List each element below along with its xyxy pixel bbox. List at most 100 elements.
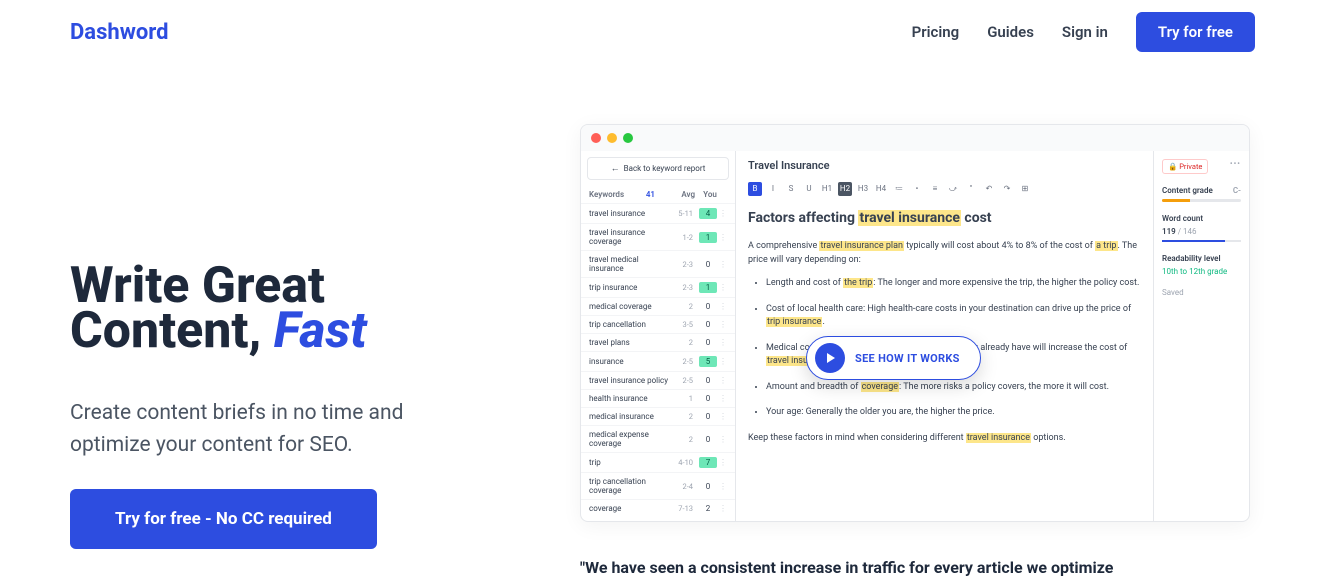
editor-heading[interactable]: Factors affecting travel insurance cost — [748, 210, 1141, 226]
toolbar-button[interactable]: U — [802, 182, 816, 196]
hero-title-fast: Fast — [274, 302, 367, 360]
editor-paragraph[interactable]: Keep these factors in mind when consider… — [748, 432, 1141, 446]
keyword-row[interactable]: coverage7-13 2⋮ — [581, 499, 735, 517]
keyword-you: 5 — [699, 356, 717, 367]
keyword-name: insurance — [589, 357, 671, 366]
list-item[interactable]: Length and cost of the trip: The longer … — [766, 277, 1141, 291]
keyword-avg: 5-11 — [671, 209, 693, 218]
keyword-row[interactable]: medical expense coverage20⋮ — [581, 425, 735, 452]
keyword-avg: 2 — [671, 435, 693, 444]
more-menu-icon[interactable]: ••• — [1230, 159, 1241, 168]
keyword-row[interactable]: medical insurance20⋮ — [581, 407, 735, 425]
keyword-you: 0 — [699, 338, 717, 347]
keyword-menu-icon[interactable]: ⋮ — [719, 394, 727, 403]
keyword-you: 0 — [699, 482, 717, 491]
list-item[interactable]: Cost of local health care: High health-c… — [766, 303, 1141, 330]
keyword-menu-icon[interactable]: ⋮ — [719, 376, 727, 385]
keyword-row[interactable]: travel plans20⋮ — [581, 333, 735, 351]
keyword-row[interactable]: trip4-107⋮ — [581, 452, 735, 472]
keyword-avg: 2-3 — [671, 260, 693, 269]
try-free-button[interactable]: Try for free — [1136, 12, 1255, 52]
keyword-avg: 2-4 — [671, 482, 693, 491]
window-dot-green — [623, 133, 633, 143]
keyword-row[interactable]: trip insurance2-3 1⋮ — [581, 277, 735, 297]
keyword-you: 0 — [699, 435, 717, 444]
nav-link-guides[interactable]: Guides — [987, 23, 1034, 41]
keyword-menu-icon[interactable]: ⋮ — [719, 435, 727, 444]
keyword-name: medical expense coverage — [589, 430, 671, 448]
keyword-row[interactable]: health insurance10⋮ — [581, 389, 735, 407]
toolbar-button[interactable]: H1 — [820, 182, 834, 196]
keyword-name: medical coverage — [589, 302, 671, 311]
keyword-row[interactable]: medical coverage20⋮ — [581, 297, 735, 315]
readability-label: Readability level — [1162, 254, 1241, 263]
nav-link-signin[interactable]: Sign in — [1062, 23, 1108, 41]
see-how-it-works-button[interactable]: SEE HOW IT WORKS — [806, 336, 981, 380]
keyword-avg: 7-13 — [671, 504, 693, 513]
toolbar-button[interactable]: H3 — [856, 182, 870, 196]
nav-link-pricing[interactable]: Pricing — [912, 23, 960, 41]
keyword-row[interactable]: travel medical insurance2-30⋮ — [581, 250, 735, 277]
word-count-label: Word count — [1162, 214, 1241, 223]
back-to-report-button[interactable]: Back to keyword report — [587, 157, 729, 180]
hero-right: Back to keyword report Keywords 41 Avg Y… — [580, 124, 1255, 577]
logo[interactable]: Dashword — [70, 20, 169, 45]
keyword-avg: 2-5 — [671, 357, 693, 366]
editor-paragraph[interactable]: A comprehensive travel insurance plan ty… — [748, 240, 1141, 267]
toolbar-button[interactable]: ⤻ — [946, 182, 960, 196]
keyword-row[interactable]: travel insurance coverage1-21⋮ — [581, 223, 735, 250]
toolbar-button[interactable]: " — [964, 182, 978, 196]
mock-body: Back to keyword report Keywords 41 Avg Y… — [581, 151, 1249, 521]
editor-toolbar: BISU H1 H2 H3 H4 ≔ • ≡ ⤻ " ↶ ↷ ⊞ — [748, 182, 1141, 196]
word-count-bar — [1162, 240, 1241, 242]
list-item[interactable]: Your age: Generally the older you are, t… — [766, 406, 1141, 420]
keyword-row[interactable]: insurance2-5 5⋮ — [581, 351, 735, 371]
keyword-name: coverage — [589, 504, 671, 513]
private-badge[interactable]: 🔒 Private — [1162, 159, 1208, 174]
grade-bar — [1162, 199, 1241, 202]
keyword-row[interactable]: trip cancellation3-50⋮ — [581, 315, 735, 333]
how-works-label: SEE HOW IT WORKS — [855, 352, 960, 365]
toolbar-button[interactable]: H4 — [874, 182, 888, 196]
keyword-menu-icon[interactable]: ⋮ — [719, 458, 727, 467]
keyword-you: 0 — [699, 320, 717, 329]
keyword-name: trip cancellation — [589, 320, 671, 329]
mock-titlebar — [581, 125, 1249, 151]
keyword-row[interactable]: trip cancellation coverage2-40⋮ — [581, 472, 735, 499]
list-item[interactable]: Amount and breadth of coverage: The more… — [766, 381, 1141, 395]
keyword-you: 1 — [699, 282, 717, 293]
keyword-menu-icon[interactable]: ⋮ — [719, 302, 727, 311]
toolbar-button[interactable]: ≡ — [928, 182, 942, 196]
keyword-menu-icon[interactable]: ⋮ — [719, 283, 727, 292]
keyword-menu-icon[interactable]: ⋮ — [719, 338, 727, 347]
keyword-menu-icon[interactable]: ⋮ — [719, 482, 727, 491]
keyword-avg: 2-3 — [671, 283, 693, 292]
toolbar-button[interactable]: ↶ — [982, 182, 996, 196]
keyword-menu-icon[interactable]: ⋮ — [719, 412, 727, 421]
toolbar-button[interactable]: ↷ — [1000, 182, 1014, 196]
keyword-you: 2 — [699, 504, 717, 513]
keyword-menu-icon[interactable]: ⋮ — [719, 233, 727, 242]
toolbar-button[interactable]: I — [766, 182, 780, 196]
toolbar-button[interactable]: H2 — [838, 182, 852, 196]
toolbar-button[interactable]: • — [910, 182, 924, 196]
toolbar-button[interactable]: ⊞ — [1018, 182, 1032, 196]
keyword-menu-icon[interactable]: ⋮ — [719, 260, 727, 269]
keyword-menu-icon[interactable]: ⋮ — [719, 209, 727, 218]
toolbar-button[interactable]: B — [748, 182, 762, 196]
keyword-name: trip insurance — [589, 283, 671, 292]
toolbar-button[interactable]: ≔ — [892, 182, 906, 196]
keyword-avg: 2-5 — [671, 376, 693, 385]
toolbar-button[interactable]: S — [784, 182, 798, 196]
mock-editor: Travel Insurance BISU H1 H2 H3 H4 ≔ • ≡ ⤻ " ↶ ↷ ⊞ Fa… — [736, 151, 1154, 521]
mock-meta-panel: 🔒 Private ••• Content grade C- Word coun… — [1154, 151, 1249, 521]
keyword-menu-icon[interactable]: ⋮ — [719, 357, 727, 366]
hero-cta-button[interactable]: Try for free - No CC required — [70, 489, 377, 549]
keyword-you: 4 — [699, 208, 717, 219]
keyword-you: 0 — [699, 260, 717, 269]
keyword-menu-icon[interactable]: ⋮ — [719, 320, 727, 329]
keyword-row[interactable]: travel insurance policy2-50⋮ — [581, 371, 735, 389]
editor-doc-title[interactable]: Travel Insurance — [748, 159, 1141, 172]
keyword-row[interactable]: travel insurance5-114⋮ — [581, 203, 735, 223]
keyword-menu-icon[interactable]: ⋮ — [719, 504, 727, 513]
